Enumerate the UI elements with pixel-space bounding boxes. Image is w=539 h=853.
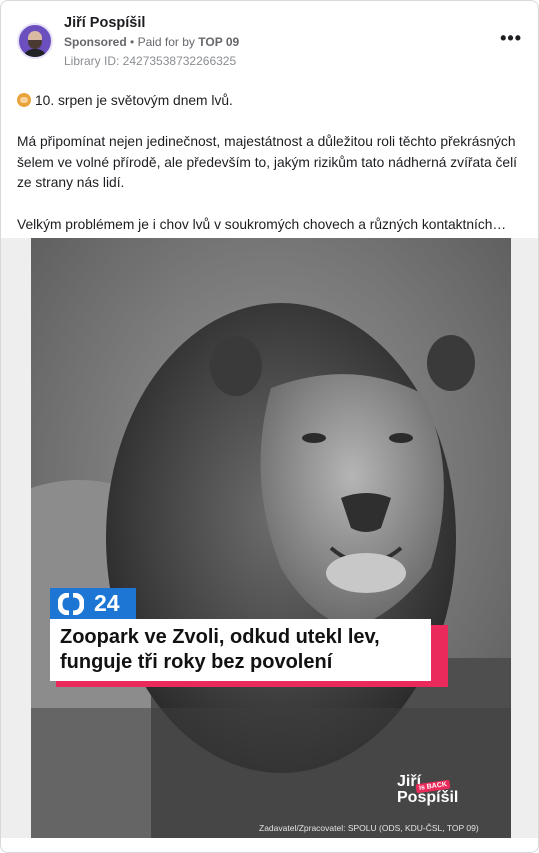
sponsored-line: Sponsored • Paid for by TOP 09 (64, 35, 240, 49)
author-name[interactable]: Jiří Pospíšil (64, 15, 145, 31)
post-text-para3: Velkým problémem je i chov lvů v soukrom… (17, 216, 507, 232)
lion-photo[interactable] (31, 238, 511, 838)
ad-media[interactable]: 24 Zoopark ve Zvoli, odkud utekl lev, fu… (1, 238, 538, 838)
more-options-icon[interactable]: ••• (500, 29, 522, 47)
ad-card: Jiří Pospíšil Sponsored • Paid for by TO… (0, 0, 539, 853)
sponsored-label: Sponsored (64, 35, 127, 49)
brand-line2: Pospíšil (397, 789, 459, 806)
lion-emoji-icon (17, 93, 31, 107)
channel-number: 24 (94, 590, 120, 616)
post-text: 10. srpen je světovým dnem lvů. Má připo… (17, 91, 522, 235)
lion-illustration (31, 238, 511, 838)
paid-by[interactable]: TOP 09 (198, 35, 239, 49)
post-text-para2: Má připomínat nejen jedinečnost, majestá… (17, 134, 517, 191)
headline-box: Zoopark ve Zvoli, odkud utekl lev, fungu… (50, 619, 448, 687)
avatar[interactable] (17, 23, 53, 59)
library-id: Library ID: 24273538732266325 (64, 54, 237, 68)
paid-prefix: Paid for by (137, 35, 195, 49)
post-text-line1: 10. srpen je světovým dnem lvů. (35, 93, 233, 108)
post-header: Jiří Pospíšil Sponsored • Paid for by TO… (17, 13, 522, 73)
credit-text: Zadavatel/Zpracovatel: SPOLU (ODS, KDU-Č… (259, 823, 479, 833)
brand-logo: Jiří is BACK Pospíšil (397, 773, 477, 813)
headline-text: Zoopark ve Zvoli, odkud utekl lev, fungu… (50, 619, 431, 681)
ct24-logo-icon: 24 (50, 588, 136, 620)
